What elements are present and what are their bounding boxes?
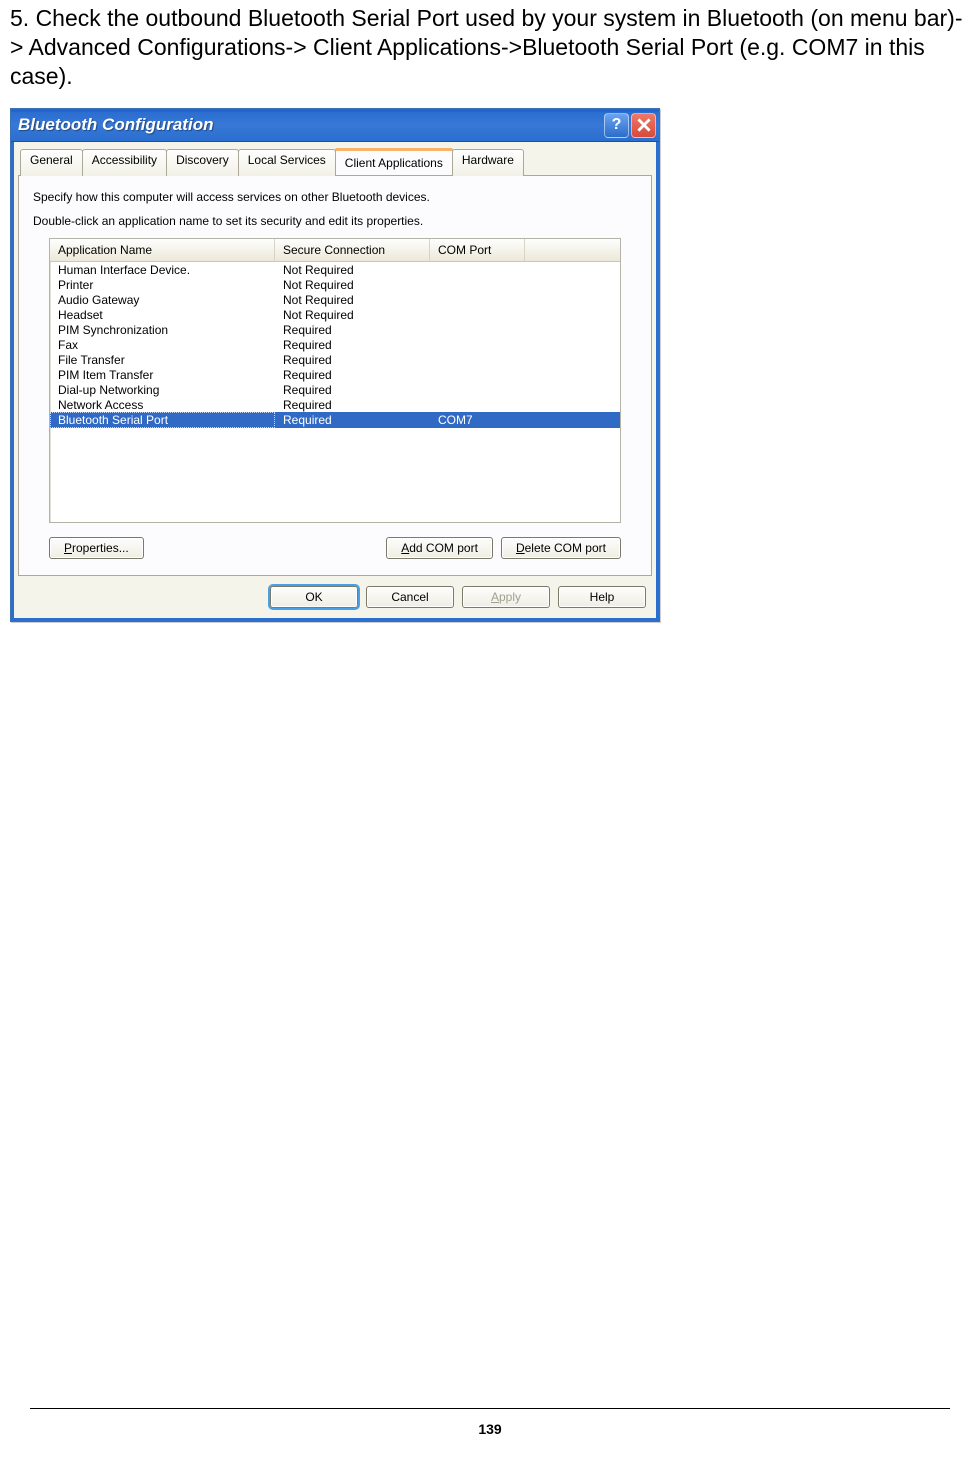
cell-secure: Required xyxy=(275,352,430,367)
col-secure-connection[interactable]: Secure Connection xyxy=(275,239,430,261)
table-row[interactable]: PrinterNot Required xyxy=(50,277,620,292)
table-row[interactable]: Dial-up NetworkingRequired xyxy=(50,382,620,397)
cell-app: File Transfer xyxy=(50,352,275,367)
cell-app: Bluetooth Serial Port xyxy=(50,412,275,428)
cell-com xyxy=(430,307,525,322)
properties-button[interactable]: Properties... xyxy=(49,537,144,559)
tab-hardware[interactable]: Hardware xyxy=(452,149,524,176)
cell-com xyxy=(430,322,525,337)
apply-button: Apply xyxy=(462,586,550,608)
cell-app: PIM Item Transfer xyxy=(50,367,275,382)
tab-local-services[interactable]: Local Services xyxy=(238,149,336,176)
cell-app: Headset xyxy=(50,307,275,322)
cell-secure: Required xyxy=(275,382,430,397)
cell-secure: Required xyxy=(275,322,430,337)
instruction-text: 5. Check the outbound Bluetooth Serial P… xyxy=(10,4,970,90)
table-row[interactable]: PIM Item TransferRequired xyxy=(50,367,620,382)
cell-com xyxy=(430,367,525,382)
cell-com xyxy=(430,382,525,397)
cell-com xyxy=(430,337,525,352)
cell-app: Fax xyxy=(50,337,275,352)
cell-com: COM7 xyxy=(430,412,525,428)
title-bar[interactable]: Bluetooth Configuration ? xyxy=(11,109,659,142)
cell-com xyxy=(430,352,525,367)
cancel-button[interactable]: Cancel xyxy=(366,586,454,608)
col-com-port[interactable]: COM Port xyxy=(430,239,525,261)
ok-button[interactable]: OK xyxy=(270,586,358,608)
tab-strip: General Accessibility Discovery Local Se… xyxy=(18,148,652,175)
table-row[interactable]: Bluetooth Serial PortRequiredCOM7 xyxy=(50,412,620,428)
cell-com xyxy=(430,397,525,412)
tab-client-applications[interactable]: Client Applications xyxy=(335,148,453,175)
table-row[interactable]: Network AccessRequired xyxy=(50,397,620,412)
cell-app: Printer xyxy=(50,277,275,292)
cell-app: Human Interface Device. xyxy=(50,262,275,277)
help-button[interactable]: Help xyxy=(558,586,646,608)
table-row[interactable]: FaxRequired xyxy=(50,337,620,352)
delete-com-button[interactable]: Delete COM port xyxy=(501,537,621,559)
cell-secure: Required xyxy=(275,337,430,352)
table-row[interactable]: PIM SynchronizationRequired xyxy=(50,322,620,337)
cell-secure: Required xyxy=(275,412,430,428)
page-number: 139 xyxy=(0,1421,980,1437)
tab-general[interactable]: General xyxy=(20,149,83,176)
cell-secure: Not Required xyxy=(275,307,430,322)
cell-secure: Not Required xyxy=(275,292,430,307)
table-row[interactable]: Human Interface Device.Not Required xyxy=(50,262,620,277)
bluetooth-config-dialog: Bluetooth Configuration ? General Access… xyxy=(10,108,660,622)
col-application-name[interactable]: Application Name xyxy=(50,239,275,261)
cell-app: Network Access xyxy=(50,397,275,412)
help-icon[interactable]: ? xyxy=(604,113,629,138)
dialog-title: Bluetooth Configuration xyxy=(18,115,604,135)
application-list[interactable]: Application Name Secure Connection COM P… xyxy=(49,238,621,523)
tab-accessibility[interactable]: Accessibility xyxy=(82,149,167,176)
footer-divider xyxy=(30,1408,950,1409)
cell-app: Audio Gateway xyxy=(50,292,275,307)
table-row[interactable]: Audio GatewayNot Required xyxy=(50,292,620,307)
add-com-button[interactable]: Add COM port xyxy=(386,537,493,559)
close-icon[interactable] xyxy=(631,113,656,138)
table-row[interactable]: File TransferRequired xyxy=(50,352,620,367)
cell-app: Dial-up Networking xyxy=(50,382,275,397)
description-2: Double-click an application name to set … xyxy=(33,214,637,228)
tab-content: Specify how this computer will access se… xyxy=(18,175,652,576)
cell-secure: Required xyxy=(275,367,430,382)
table-row[interactable]: HeadsetNot Required xyxy=(50,307,620,322)
cell-secure: Not Required xyxy=(275,262,430,277)
cell-app: PIM Synchronization xyxy=(50,322,275,337)
cell-com xyxy=(430,292,525,307)
tab-discovery[interactable]: Discovery xyxy=(166,149,239,176)
cell-com xyxy=(430,277,525,292)
cell-secure: Not Required xyxy=(275,277,430,292)
cell-secure: Required xyxy=(275,397,430,412)
list-body: Human Interface Device.Not RequiredPrint… xyxy=(50,262,620,522)
cell-com xyxy=(430,262,525,277)
description-1: Specify how this computer will access se… xyxy=(33,190,637,204)
list-header: Application Name Secure Connection COM P… xyxy=(50,239,620,262)
